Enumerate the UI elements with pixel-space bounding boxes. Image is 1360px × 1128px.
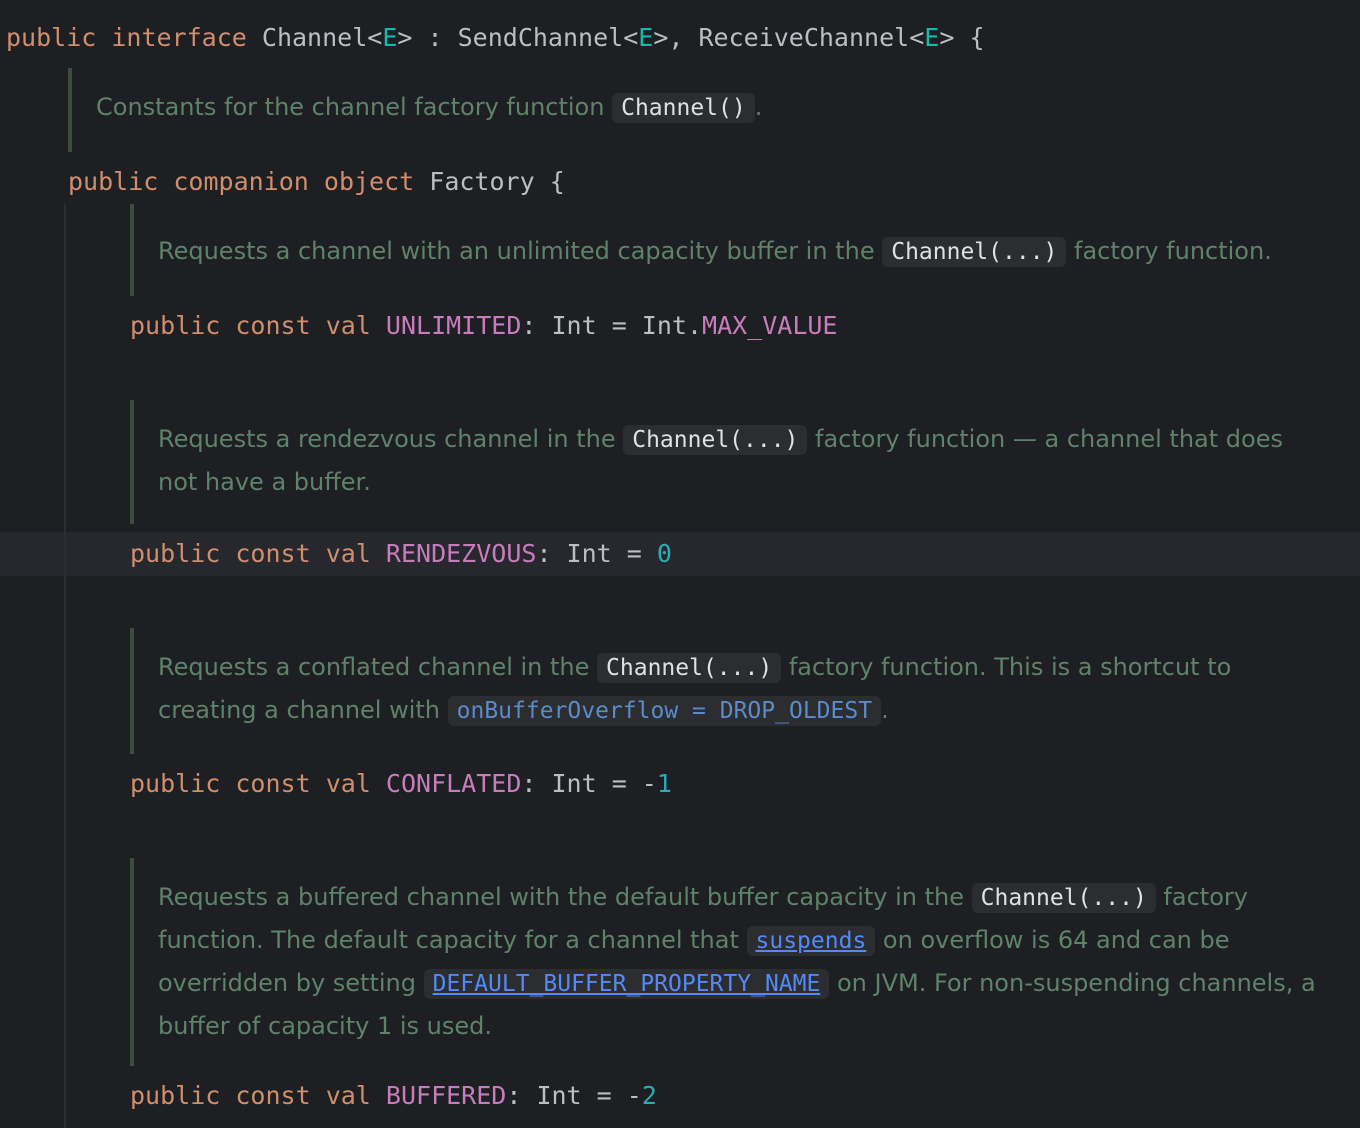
punct: < xyxy=(367,23,383,52)
doc-text: Constants for the channel factory functi… xyxy=(96,93,613,121)
keyword-companion: companion xyxy=(173,167,309,196)
punct: < xyxy=(909,23,925,52)
supertype-send-channel[interactable]: SendChannel xyxy=(458,23,624,52)
code-line-interface-decl[interactable]: public interface Channel<E> : SendChanne… xyxy=(0,16,1360,60)
doc-comment-conflated: Requests a conflated channel in the Chan… xyxy=(130,628,1270,754)
doc-text: . xyxy=(754,93,763,121)
interface-name[interactable]: Channel xyxy=(262,23,367,52)
doc-text: Requests a rendezvous channel in the xyxy=(158,425,624,453)
doc-code-channel: Channel() xyxy=(612,93,755,123)
constant-buffered[interactable]: BUFFERED xyxy=(386,1081,506,1110)
doc-comment-buffered: Requests a buffered channel with the def… xyxy=(130,858,1345,1066)
doc-text: Requests a buffered channel with the def… xyxy=(158,883,972,911)
type-annotation: : Int = Int. xyxy=(521,311,703,340)
type-annotation: : Int = - xyxy=(521,769,657,798)
doc-comment-unlimited: Requests a channel with an unlimited cap… xyxy=(130,204,1330,296)
doc-comment-factory: Constants for the channel factory functi… xyxy=(68,68,1328,152)
type-annotation: : Int = - xyxy=(506,1081,642,1110)
supertype-receive-channel[interactable]: ReceiveChannel xyxy=(683,23,909,52)
punct: > xyxy=(939,23,955,52)
punct: > xyxy=(397,23,413,52)
keyword-val: val xyxy=(325,311,371,340)
keyword-object: object xyxy=(323,167,415,196)
constant-max-value[interactable]: MAX_VALUE xyxy=(702,311,837,340)
type-param: E xyxy=(638,23,654,52)
code-line-rendezvous[interactable]: public const val RENDEZVOUS: Int = 0 xyxy=(0,532,1360,576)
keyword-const: const xyxy=(235,539,311,568)
keyword-interface: interface xyxy=(111,23,247,52)
open-brace: { xyxy=(954,23,985,52)
number-literal: 1 xyxy=(656,769,672,798)
type-annotation: : Int = xyxy=(536,539,657,568)
doc-link-suspends[interactable]: suspends xyxy=(746,926,876,956)
number-literal: 2 xyxy=(641,1081,657,1110)
doc-text: factory function. xyxy=(1066,237,1272,265)
constant-conflated[interactable]: CONFLATED xyxy=(386,769,521,798)
number-literal: 0 xyxy=(656,539,672,568)
keyword-const: const xyxy=(235,769,311,798)
doc-text: Requests a conflated channel in the xyxy=(158,653,598,681)
punct: < xyxy=(623,23,639,52)
doc-text: Requests a channel with an unlimited cap… xyxy=(158,237,883,265)
doc-code-on-buffer-overflow[interactable]: onBufferOverflow = DROP_OLDEST xyxy=(447,696,882,726)
keyword-const: const xyxy=(235,1081,311,1110)
keyword-public: public xyxy=(6,23,97,52)
type-param: E xyxy=(382,23,398,52)
type-param: E xyxy=(924,23,940,52)
keyword-val: val xyxy=(325,1081,371,1110)
constant-rendezvous[interactable]: RENDEZVOUS xyxy=(386,539,537,568)
doc-link-default-buffer-property-name[interactable]: DEFAULT_BUFFER_PROPERTY_NAME xyxy=(423,969,830,999)
keyword-const: const xyxy=(235,311,311,340)
keyword-public: public xyxy=(130,769,221,798)
doc-code-channel: Channel(...) xyxy=(623,425,808,455)
object-name[interactable]: Factory xyxy=(429,167,534,196)
doc-comment-rendezvous: Requests a rendezvous channel in the Cha… xyxy=(130,400,1320,524)
keyword-val: val xyxy=(325,539,371,568)
doc-code-channel: Channel(...) xyxy=(882,237,1067,267)
keyword-public: public xyxy=(130,1081,221,1110)
doc-code-channel: Channel(...) xyxy=(971,883,1156,913)
doc-code-channel: Channel(...) xyxy=(597,653,782,683)
constant-unlimited[interactable]: UNLIMITED xyxy=(386,311,521,340)
keyword-public: public xyxy=(130,311,221,340)
keyword-public: public xyxy=(130,539,221,568)
keyword-val: val xyxy=(325,769,371,798)
doc-text: . xyxy=(881,696,889,724)
open-brace: { xyxy=(534,167,565,196)
code-line-buffered[interactable]: public const val BUFFERED: Int = -2 xyxy=(0,1074,1360,1118)
punct: : xyxy=(412,23,458,52)
code-line-conflated[interactable]: public const val CONFLATED: Int = -1 xyxy=(0,762,1360,806)
code-line-unlimited[interactable]: public const val UNLIMITED: Int = Int.MA… xyxy=(0,304,1360,348)
punct: >, xyxy=(653,23,684,52)
code-line-companion[interactable]: public companion object Factory { xyxy=(0,160,1360,204)
keyword-public: public xyxy=(68,167,159,196)
